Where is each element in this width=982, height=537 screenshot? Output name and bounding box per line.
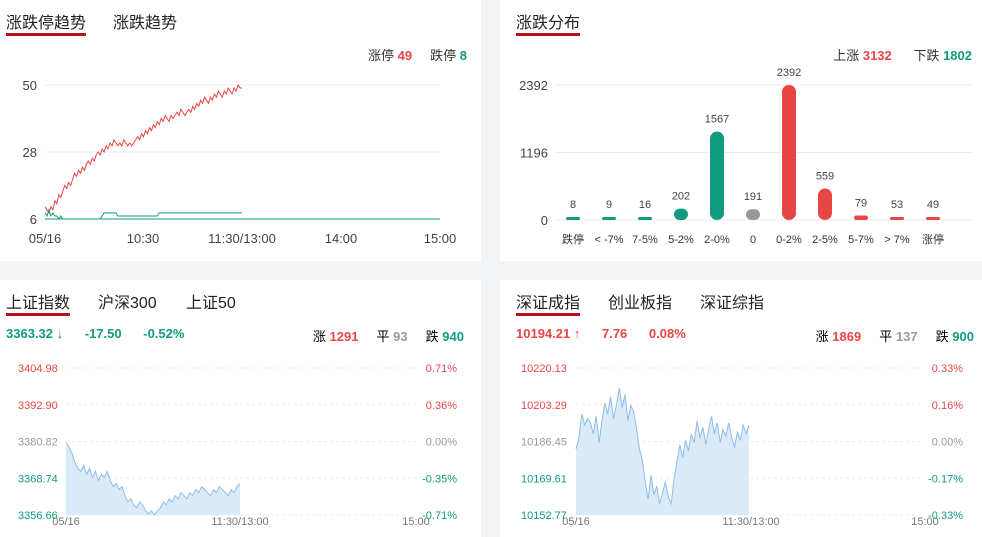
bar-0: [746, 209, 760, 220]
bar-< -7%: [602, 217, 616, 220]
y-tick-right-label: 0.16%: [932, 400, 963, 412]
bar-2-0%: [710, 131, 724, 220]
category-label: 2-5%: [812, 234, 838, 246]
bar-5-2%: [674, 208, 688, 220]
x-tick-label: 11:30/13:00: [208, 231, 276, 246]
x-tick-label: 15:00: [424, 231, 457, 246]
bar-2-5%: [818, 188, 832, 220]
category-label: < -7%: [594, 234, 623, 246]
x-tick-label: 11:30/13:00: [722, 516, 779, 528]
sh-index-panel: 上证指数 沪深300 上证50 3363.32 ↓ -17.50 -0.52% …: [0, 280, 481, 537]
x-tick-label: 14:00: [325, 231, 358, 246]
bar-跌停: [566, 217, 580, 220]
y-tick-right-label: -0.35%: [422, 473, 457, 485]
y-tick-label: 50: [23, 78, 37, 93]
bar-value-label: 1567: [705, 114, 729, 126]
bar-value-label: 9: [606, 199, 612, 211]
bar-> 7%: [890, 217, 904, 220]
bar-value-label: 202: [672, 191, 690, 203]
price-area-fill: [576, 387, 749, 515]
bar-value-label: 79: [855, 198, 867, 210]
y-tick-right-label: 0.71%: [426, 363, 457, 375]
x-tick-label: 10:30: [127, 231, 160, 246]
y-tick-left-label: 10203.29: [521, 400, 567, 412]
y-tick-right-label: -0.17%: [928, 473, 963, 485]
x-tick-label: 05/16: [29, 231, 62, 246]
category-label: 7-5%: [632, 234, 658, 246]
sh-intraday-chart: 3404.98 0.71% 3392.90 0.36% 3380.82 0.00% 3368…: [18, 363, 457, 528]
bar-value-label: 191: [744, 191, 762, 203]
y-tick-left-label: 3392.90: [18, 400, 58, 412]
category-label: 跌停: [562, 232, 584, 246]
series-line-涨停: [44, 83, 242, 215]
y-tick-right-label: 0.00%: [426, 437, 457, 449]
x-tick-label: 05/16: [562, 516, 590, 528]
distribution-chart: 2392 1196 0 8 跌停 9 < -7% 16 7-5% 202 5-2% 1567 2-0% 1…: [519, 67, 972, 246]
y-tick-left-label: 3404.98: [18, 363, 58, 375]
y-tick-left-label: 10186.45: [521, 437, 567, 449]
y-tick-right-label: 0.36%: [426, 400, 457, 412]
x-tick-label: 15:00: [402, 516, 430, 528]
bar-涨停: [926, 217, 940, 220]
y-tick-left-label: 10152.77: [521, 510, 567, 522]
y-tick-left-label: 3368.74: [18, 473, 58, 485]
y-tick-label: 6: [30, 212, 37, 227]
category-label: 5-7%: [848, 234, 874, 246]
x-tick-label: 15:00: [911, 516, 939, 528]
category-label: 涨停: [922, 232, 944, 246]
sz-intraday-chart: 10220.13 0.33% 10203.29 0.16% 10186.45 0.00% 1…: [521, 363, 963, 528]
category-label: > 7%: [884, 234, 910, 246]
y-tick-label: 2392: [519, 78, 548, 93]
category-label: 2-0%: [704, 234, 730, 246]
limit-trend-chart: 50 28 6 05/16 10:30 11:30/13:00 14:00 15:00: [23, 78, 457, 246]
category-label: 0-2%: [776, 234, 802, 246]
x-tick-label: 11:30/13:00: [211, 516, 268, 528]
category-label: 0: [750, 234, 756, 246]
bar-0-2%: [782, 85, 796, 220]
y-tick-left-label: 10169.61: [521, 473, 567, 485]
y-tick-label: 0: [541, 213, 548, 228]
sz-index-panel: 深证成指 创业板指 深证综指 10194.21 ↑ 7.76 0.08% 涨 1…: [500, 280, 982, 537]
y-tick-left-label: 10220.13: [521, 363, 567, 375]
y-tick-right-label: 0.33%: [932, 363, 963, 375]
y-tick-right-label: 0.00%: [932, 437, 963, 449]
limit-trend-panel: 涨跌停趋势 涨跌趋势 涨停 49 跌停 8 50 28 6 05/16 10:30 11:…: [0, 0, 481, 261]
series-line-跌停: [44, 208, 242, 220]
bar-value-label: 53: [891, 199, 903, 211]
bar-value-label: 2392: [777, 67, 801, 79]
bar-7-5%: [638, 217, 652, 220]
bar-5-7%: [854, 215, 868, 220]
bar-value-label: 8: [570, 199, 576, 211]
distribution-panel: 涨跌分布 上涨 3132 下跌 1802 2392 1196 0 8 跌停 9 < -7% 1…: [500, 0, 982, 261]
bar-value-label: 16: [639, 199, 651, 211]
y-tick-left-label: 3380.82: [18, 437, 58, 449]
y-tick-label: 1196: [520, 146, 548, 161]
x-tick-label: 05/16: [52, 516, 80, 528]
bar-value-label: 49: [927, 199, 939, 211]
bar-value-label: 559: [816, 170, 834, 182]
y-tick-label: 28: [23, 145, 37, 160]
category-label: 5-2%: [668, 234, 694, 246]
